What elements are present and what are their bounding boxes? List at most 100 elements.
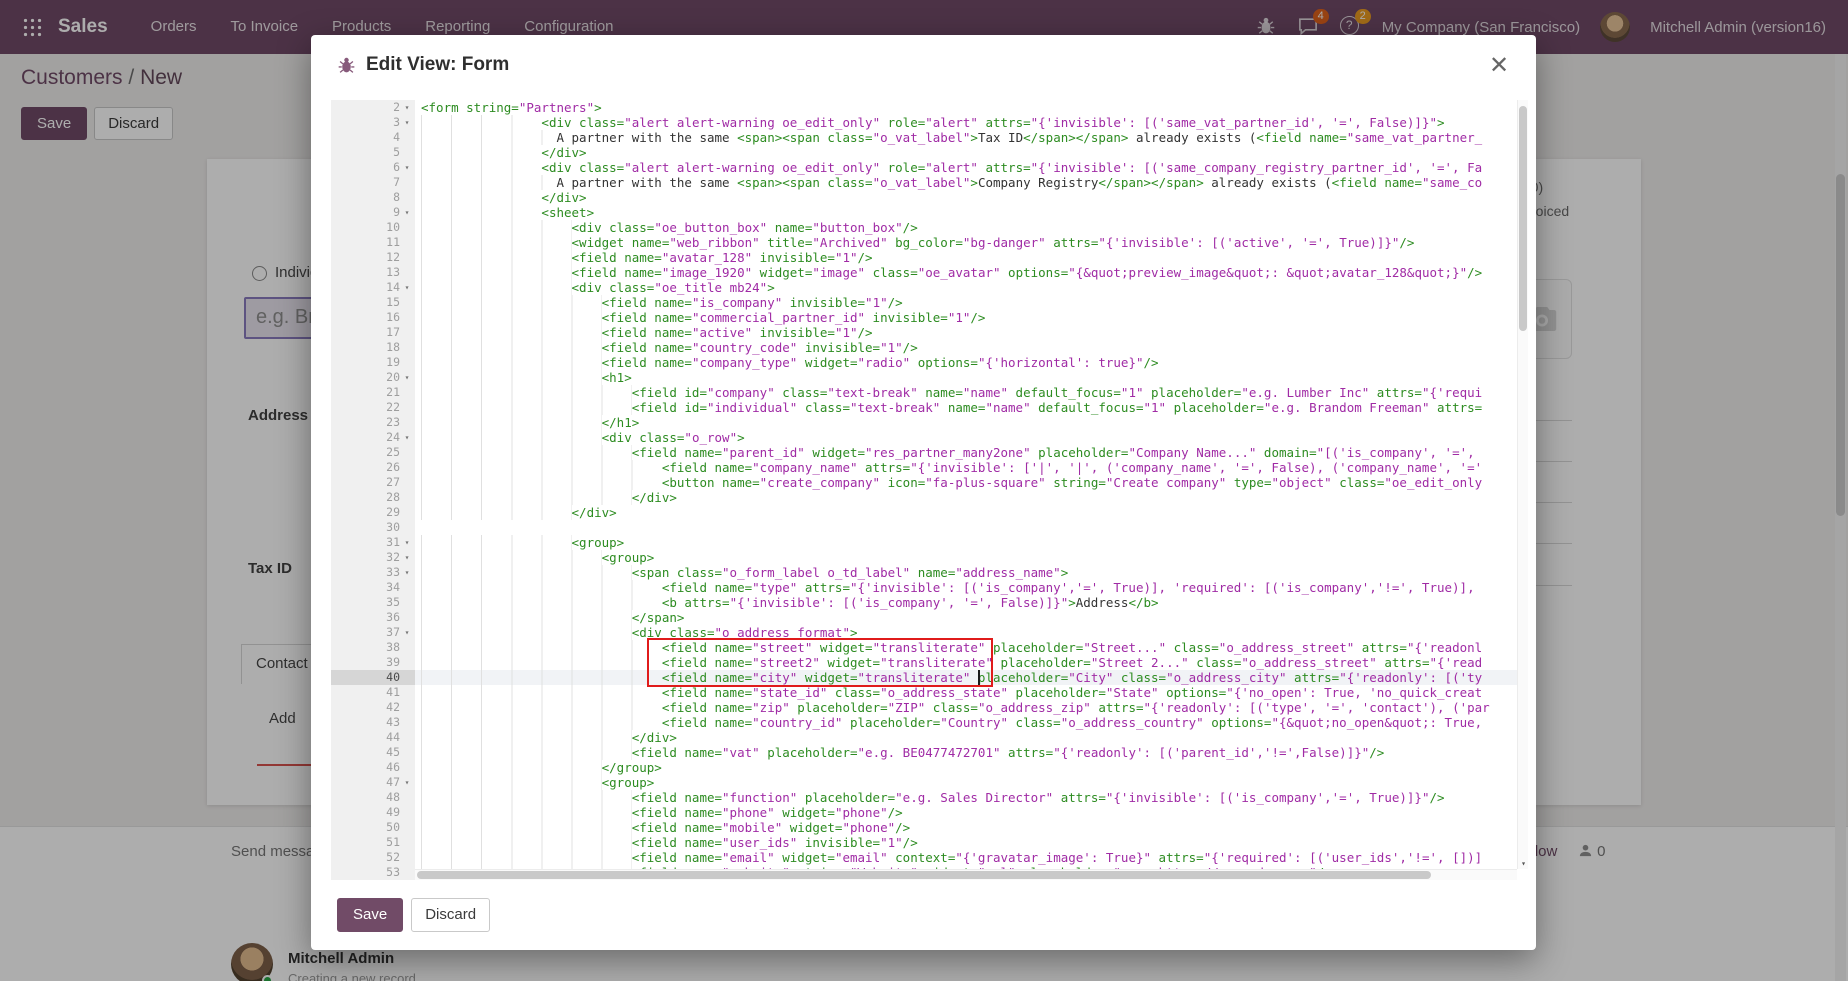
gutter-line[interactable]: 11: [331, 235, 415, 250]
code-line[interactable]: <div class="o_row">: [415, 430, 1528, 445]
gutter-line[interactable]: 12: [331, 250, 415, 265]
code-line[interactable]: </div>: [415, 730, 1528, 745]
gutter-line[interactable]: 38: [331, 640, 415, 655]
gutter-line[interactable]: 36: [331, 610, 415, 625]
code-line[interactable]: <field name="parent_id" widget="res_part…: [415, 445, 1528, 460]
gutter-line[interactable]: 27: [331, 475, 415, 490]
gutter-line[interactable]: 40: [331, 670, 415, 685]
gutter-line[interactable]: 2▾: [331, 100, 415, 115]
code-line[interactable]: <field name="mobile" widget="phone"/>: [415, 820, 1528, 835]
gutter-line[interactable]: 21: [331, 385, 415, 400]
gutter-line[interactable]: 33▾: [331, 565, 415, 580]
code-line[interactable]: <field name="country_id" placeholder="Co…: [415, 715, 1528, 730]
code-line[interactable]: </h1>: [415, 415, 1528, 430]
code-line[interactable]: </div>: [415, 490, 1528, 505]
code-line[interactable]: <group>: [415, 535, 1528, 550]
code-line[interactable]: <form string="Partners">: [415, 100, 1528, 115]
gutter-line[interactable]: 48: [331, 790, 415, 805]
fold-icon[interactable]: ▾: [400, 118, 414, 127]
gutter-line[interactable]: 19: [331, 355, 415, 370]
gutter-line[interactable]: 26: [331, 460, 415, 475]
code-line[interactable]: <field name="active" invisible="1"/>: [415, 325, 1528, 340]
code-line[interactable]: <field name="state_id" class="o_address_…: [415, 685, 1528, 700]
gutter-line[interactable]: 47▾: [331, 775, 415, 790]
fold-icon[interactable]: ▾: [400, 103, 414, 112]
gutter-line[interactable]: 45: [331, 745, 415, 760]
code-line[interactable]: <field name="company_name" attrs="{'invi…: [415, 460, 1528, 475]
gutter-line[interactable]: 35: [331, 595, 415, 610]
scroll-down-arrow-icon[interactable]: ▾: [1518, 859, 1529, 868]
code-line[interactable]: <field name="phone" widget="phone"/>: [415, 805, 1528, 820]
code-line[interactable]: <field name="type" attrs="{'invisible': …: [415, 580, 1528, 595]
code-line[interactable]: A partner with the same <span><span clas…: [415, 130, 1528, 145]
gutter-line[interactable]: 49: [331, 805, 415, 820]
code-line[interactable]: <div class="o_address_format">: [415, 625, 1528, 640]
code-line[interactable]: <field name="street2" widget="transliter…: [415, 655, 1528, 670]
gutter-line[interactable]: 22: [331, 400, 415, 415]
fold-icon[interactable]: ▾: [400, 553, 414, 562]
gutter-line[interactable]: 25: [331, 445, 415, 460]
gutter-line[interactable]: 29: [331, 505, 415, 520]
code-line[interactable]: <span class="o_form_label o_td_label" na…: [415, 565, 1528, 580]
gutter-line[interactable]: 34: [331, 580, 415, 595]
gutter-line[interactable]: 8: [331, 190, 415, 205]
gutter-line[interactable]: 52: [331, 850, 415, 865]
code-line[interactable]: <group>: [415, 775, 1528, 790]
gutter-line[interactable]: 3▾: [331, 115, 415, 130]
gutter-line[interactable]: 50: [331, 820, 415, 835]
fold-icon[interactable]: ▾: [400, 433, 414, 442]
editor-hscroll-thumb[interactable]: [417, 871, 1431, 879]
gutter-line[interactable]: 4: [331, 130, 415, 145]
code-line[interactable]: <div class="alert alert-warning oe_edit_…: [415, 115, 1528, 130]
code-line[interactable]: A partner with the same <span><span clas…: [415, 175, 1528, 190]
code-line[interactable]: <field name="street" widget="translitera…: [415, 640, 1528, 655]
code-line[interactable]: <field name="vat" placeholder="e.g. BE04…: [415, 745, 1528, 760]
gutter-line[interactable]: 32▾: [331, 550, 415, 565]
code-line[interactable]: </group>: [415, 760, 1528, 775]
gutter-line[interactable]: 5: [331, 145, 415, 160]
fold-icon[interactable]: ▾: [400, 778, 414, 787]
close-icon[interactable]: ✕: [1484, 51, 1514, 81]
editor-horizontal-scrollbar[interactable]: [415, 869, 1517, 880]
code-line[interactable]: <div class="alert alert-warning oe_edit_…: [415, 160, 1528, 175]
gutter-line[interactable]: 51: [331, 835, 415, 850]
gutter-line[interactable]: 15: [331, 295, 415, 310]
modal-save-button[interactable]: Save: [337, 898, 403, 932]
code-line[interactable]: <field name="email" widget="email" conte…: [415, 850, 1528, 865]
code-line[interactable]: <field name="country_code" invisible="1"…: [415, 340, 1528, 355]
gutter-line[interactable]: 31▾: [331, 535, 415, 550]
gutter-line[interactable]: 18: [331, 340, 415, 355]
fold-icon[interactable]: ▾: [400, 628, 414, 637]
code-line[interactable]: <field name="function" placeholder="e.g.…: [415, 790, 1528, 805]
gutter-line[interactable]: 17: [331, 325, 415, 340]
code-line[interactable]: <field id="individual" class="text-break…: [415, 400, 1528, 415]
gutter-line[interactable]: 6▾: [331, 160, 415, 175]
gutter-line[interactable]: 14▾: [331, 280, 415, 295]
code-line[interactable]: <field name="image_1920" widget="image" …: [415, 265, 1528, 280]
gutter-line[interactable]: 16: [331, 310, 415, 325]
gutter-line[interactable]: 41: [331, 685, 415, 700]
fold-icon[interactable]: ▾: [400, 208, 414, 217]
gutter-line[interactable]: 43: [331, 715, 415, 730]
gutter-line[interactable]: 39: [331, 655, 415, 670]
code-line[interactable]: <div class="oe_title mb24">: [415, 280, 1528, 295]
code-line[interactable]: </div>: [415, 190, 1528, 205]
fold-icon[interactable]: ▾: [400, 373, 414, 382]
code-line[interactable]: </div>: [415, 145, 1528, 160]
gutter-line[interactable]: 42: [331, 700, 415, 715]
gutter-line[interactable]: 20▾: [331, 370, 415, 385]
code-line[interactable]: <field name="city" widget="transliterate…: [415, 670, 1528, 685]
code-line[interactable]: </div>: [415, 505, 1528, 520]
code-line[interactable]: <field name="avatar_128" invisible="1"/>: [415, 250, 1528, 265]
editor-code[interactable]: <form string="Partners"> <div class="ale…: [415, 100, 1528, 880]
code-line[interactable]: <field id="company" class="text-break" n…: [415, 385, 1528, 400]
fold-icon[interactable]: ▾: [400, 283, 414, 292]
code-line[interactable]: <field name="user_ids" invisible="1"/>: [415, 835, 1528, 850]
gutter-line[interactable]: 7: [331, 175, 415, 190]
code-line[interactable]: </span>: [415, 610, 1528, 625]
code-line[interactable]: [415, 520, 1528, 535]
fold-icon[interactable]: ▾: [400, 163, 414, 172]
fold-icon[interactable]: ▾: [400, 568, 414, 577]
code-line[interactable]: <h1>: [415, 370, 1528, 385]
gutter-line[interactable]: 10: [331, 220, 415, 235]
